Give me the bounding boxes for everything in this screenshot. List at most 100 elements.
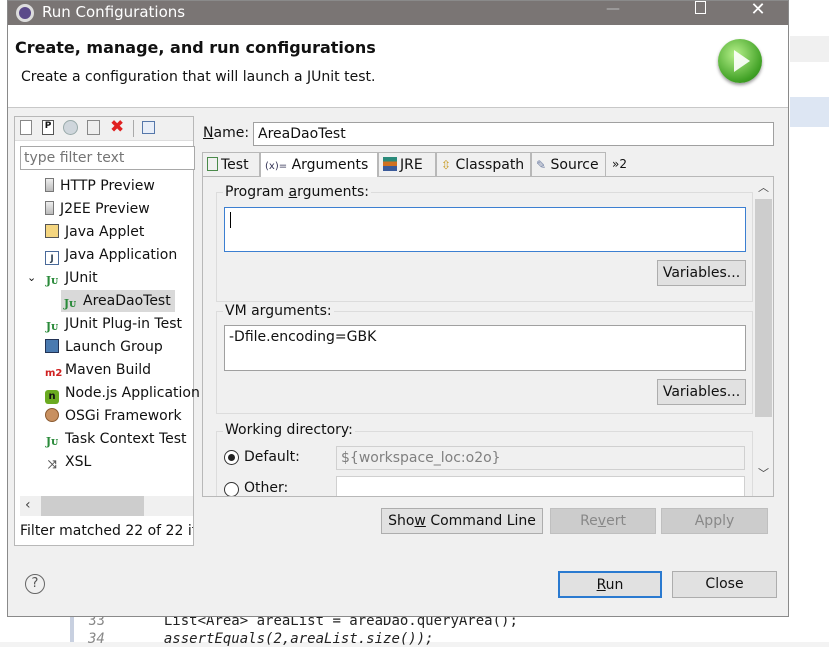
code-line: 34 assertEquals(2,areaList.size());	[88, 631, 434, 647]
tree-item[interactable]: n Node.js Application	[45, 382, 200, 404]
arguments-tab-icon: (x)=	[265, 161, 288, 172]
java-app-icon: J	[45, 251, 59, 265]
tab-source[interactable]: ✎ Source	[531, 152, 606, 176]
scrollbar-thumb[interactable]	[41, 496, 144, 516]
filter-status: Filter matched 22 of 22 items	[20, 523, 193, 539]
other-radio[interactable]	[224, 482, 239, 496]
classpath-icon: ⇳	[441, 158, 452, 172]
tree-item-label: JUnit Plug-in Test	[65, 316, 183, 332]
tree-item[interactable]: Jᴜ AreaDaoTest	[61, 290, 175, 312]
tab-more[interactable]: »2	[608, 152, 631, 176]
delete-icon[interactable]: ✖	[110, 117, 124, 137]
tree-item-label: AreaDaoTest	[83, 293, 171, 309]
apply-button: Apply	[661, 508, 768, 534]
tree-item-label: Node.js Application	[65, 385, 200, 401]
tree-item-label: Java Application	[65, 247, 178, 263]
revert-button: Revert	[550, 508, 656, 534]
new-prototype-icon[interactable]: P	[42, 120, 54, 135]
vm-variables-button[interactable]: Variables...	[657, 379, 746, 405]
configuration-tree-panel: P ✖ HTTP Preview J2EE Preview Java Applet J…	[14, 116, 200, 546]
tree-item-label: XSL	[65, 454, 92, 470]
applet-icon	[45, 224, 59, 238]
new-configuration-icon[interactable]	[20, 120, 32, 135]
junit-plugin-icon: Jᴜ	[45, 320, 59, 333]
task-context-icon: Jᴜ	[45, 435, 59, 448]
tree-item-label: JUnit	[65, 270, 98, 286]
default-radio[interactable]	[224, 450, 239, 465]
eclipse-gear-icon	[16, 4, 34, 22]
tab-content: ︿ ﹀ Program arguments: Variables... VM a…	[202, 176, 774, 497]
tree-item-label: J2EE Preview	[60, 201, 150, 217]
other-directory-field[interactable]	[336, 476, 745, 496]
tab-bar: Test (x)= Arguments JRE ⇳ Classpath ✎ So…	[202, 152, 774, 177]
export-icon[interactable]	[63, 120, 78, 135]
source-icon: ✎	[536, 158, 547, 172]
close-window-button[interactable]: ✕	[743, 0, 773, 23]
vm-arguments-textarea[interactable]: -Dfile.encoding=GBK	[224, 325, 746, 371]
tree-item[interactable]: ⤨ XSL	[45, 451, 92, 473]
nodejs-icon: n	[45, 390, 59, 404]
tree-item-label: Java Applet	[65, 224, 145, 240]
tab-classpath[interactable]: ⇳ Classpath	[436, 152, 531, 176]
run-button[interactable]: Run	[558, 571, 662, 598]
window-title: Run Configurations	[42, 3, 186, 21]
name-input[interactable]: AreaDaoTest	[253, 122, 774, 146]
title-bar: Run Configurations — ✕	[8, 0, 788, 25]
tree-item[interactable]: HTTP Preview	[45, 175, 155, 197]
show-command-line-button[interactable]: Show Command Line	[381, 508, 543, 534]
tree-item[interactable]: Jᴜ Task Context Test	[45, 428, 187, 450]
other-label: Other:	[244, 480, 289, 496]
scrollbar-thumb[interactable]	[755, 199, 772, 417]
tab-jre[interactable]: JRE	[378, 152, 436, 176]
test-tab-icon	[207, 157, 218, 171]
filter-input[interactable]	[20, 146, 195, 170]
chevron-down-icon[interactable]: ⌄	[27, 267, 36, 289]
maven-icon: m2	[45, 368, 63, 379]
close-button[interactable]: Close	[672, 571, 777, 598]
server-icon	[45, 201, 54, 215]
collapse-all-icon[interactable]	[142, 121, 155, 134]
vm-arguments-label: VM arguments:	[223, 303, 334, 319]
osgi-icon	[45, 408, 59, 422]
tree-item-label: HTTP Preview	[60, 178, 155, 194]
junit-icon: Jᴜ	[45, 274, 59, 287]
tab-test[interactable]: Test	[202, 152, 260, 176]
tree-toolbar: P ✖	[15, 117, 193, 141]
default-label: Default:	[244, 449, 300, 465]
header-title: Create, manage, and run configurations	[15, 38, 376, 57]
tree-item-label: Launch Group	[65, 339, 163, 355]
minimize-button[interactable]: —	[598, 1, 628, 25]
tree-item[interactable]: OSGi Framework	[45, 405, 182, 427]
xsl-icon: ⤨	[47, 458, 57, 471]
run-launch-icon	[718, 39, 762, 83]
vertical-scrollbar[interactable]: ︿ ﹀	[754, 177, 773, 496]
server-icon	[45, 178, 54, 192]
jre-library-icon	[383, 157, 397, 171]
tree-item[interactable]: J Java Application	[45, 244, 177, 266]
tree-item[interactable]: Jᴜ JUnit Plug-in Test	[45, 313, 182, 335]
program-variables-button[interactable]: Variables...	[657, 260, 746, 286]
tree-item-label: OSGi Framework	[65, 408, 182, 424]
program-arguments-textarea[interactable]	[224, 207, 746, 252]
tree-item-label: Maven Build	[65, 362, 152, 378]
duplicate-icon[interactable]	[87, 120, 100, 135]
launch-group-icon	[45, 339, 59, 353]
dialog-header: Create, manage, and run configurations C…	[8, 25, 788, 108]
name-label: Name:	[203, 125, 250, 141]
maximize-button[interactable]	[685, 1, 715, 25]
header-subtitle: Create a configuration that will launch …	[21, 69, 376, 85]
working-directory-label: Working directory:	[223, 422, 355, 438]
program-arguments-label: Program arguments:	[223, 184, 372, 200]
tree-item[interactable]: Launch Group	[45, 336, 163, 358]
junit-icon: Jᴜ	[63, 297, 77, 310]
help-icon[interactable]: ?	[25, 574, 45, 594]
tree-item-label: Task Context Test	[65, 431, 187, 447]
tree-item[interactable]: J2EE Preview	[45, 198, 150, 220]
tab-arguments[interactable]: (x)= Arguments	[260, 152, 378, 177]
tree-item[interactable]: m2 Maven Build	[45, 359, 151, 381]
tree-item[interactable]: Java Applet	[45, 221, 144, 243]
horizontal-scrollbar[interactable]: ‹	[20, 496, 193, 516]
tree-item[interactable]: ⌄ Jᴜ JUnit	[27, 267, 98, 289]
run-configurations-dialog: Run Configurations — ✕ Create, manage, a…	[7, 0, 789, 617]
default-directory-field: ${workspace_loc:o2o}	[336, 446, 745, 470]
